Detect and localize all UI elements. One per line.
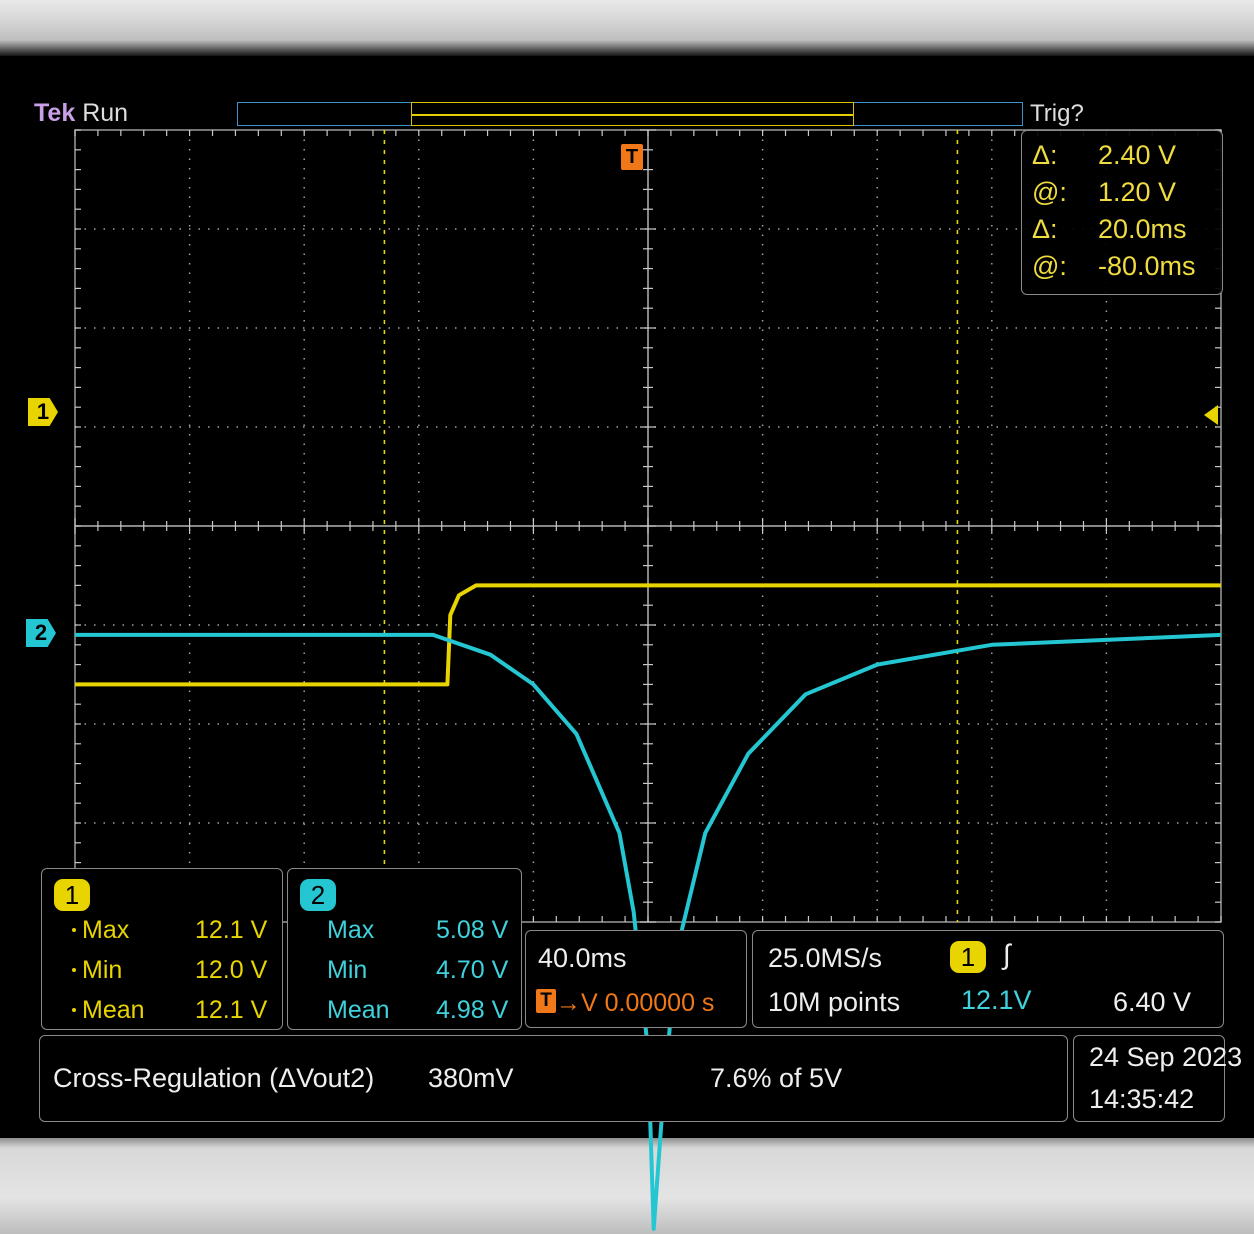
trigger-level-icon[interactable] bbox=[1204, 405, 1218, 425]
trigger-icon: T bbox=[536, 989, 556, 1013]
rising-edge-icon: ∫ bbox=[1003, 939, 1011, 970]
time-readout: 14:35:42 bbox=[1089, 1084, 1195, 1114]
ch2-measurement-panel[interactable]: 2 Max 5.08 V Min 4.70 V Mean 4.98 V bbox=[287, 868, 522, 1030]
annotation-panel[interactable]: Cross-Regulation (ΔVout2) 380mV 7.6% of … bbox=[39, 1035, 1068, 1122]
cursor-readout[interactable]: Δ: 2.40 V @: 1.20 V Δ: 20.0ms @: -80.0ms bbox=[1021, 130, 1223, 295]
annotation-value: 380mV bbox=[428, 1063, 514, 1093]
trigger-level-overlay: 12.1V bbox=[961, 985, 1032, 1015]
trigger-source-badge: 1 bbox=[950, 941, 986, 973]
ch1-measurement-panel[interactable]: 1 Max 12.1 V Min 12.0 V Mean 12.1 V bbox=[41, 868, 283, 1030]
date-readout: 24 Sep 2023 bbox=[1089, 1042, 1243, 1072]
ch1-badge: 1 bbox=[54, 879, 90, 911]
trigger-position-marker[interactable]: T bbox=[621, 144, 643, 170]
annotation-percent: 7.6% of 5V bbox=[710, 1063, 843, 1093]
annotation-label: Cross-Regulation (ΔVout2) bbox=[53, 1063, 375, 1093]
datetime-panel[interactable]: 24 Sep 2023 14:35:42 bbox=[1073, 1035, 1242, 1122]
trigger-position-readout: T →V 0.00000 s bbox=[536, 989, 714, 1018]
sample-rate: 25.0MS/s bbox=[768, 943, 883, 973]
horizontal-scale: 40.0ms bbox=[538, 943, 627, 973]
ch2-badge: 2 bbox=[300, 879, 336, 911]
trigger-level: 6.40 V bbox=[1113, 987, 1192, 1017]
horizontal-panel[interactable]: 40.0ms T →V 0.00000 s bbox=[525, 930, 747, 1028]
acquisition-panel[interactable]: 25.0MS/s 10M points 1 ∫ 12.1V 6.40 V bbox=[752, 930, 1224, 1028]
record-length: 10M points bbox=[768, 987, 901, 1017]
